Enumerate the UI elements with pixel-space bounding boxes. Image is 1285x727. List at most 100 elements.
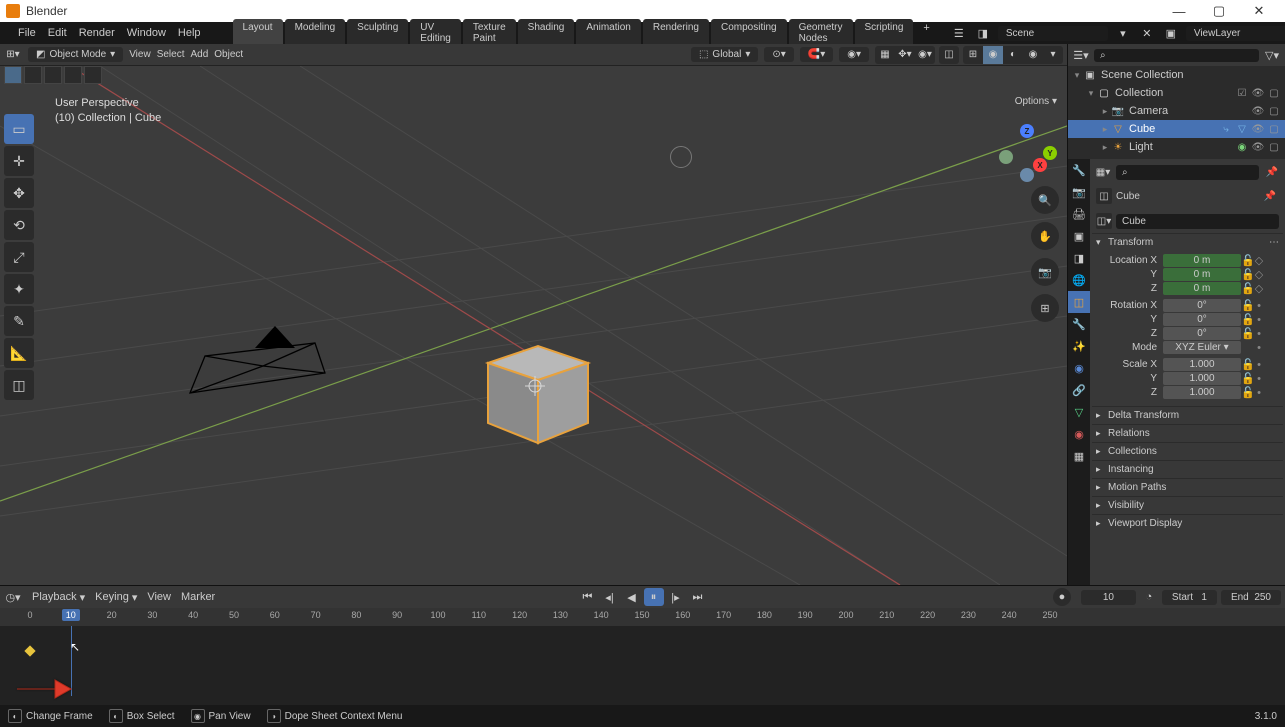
axis-z[interactable]: Z [1020, 124, 1034, 138]
tool-annotate[interactable]: ✎ [4, 306, 34, 336]
workspace-uv[interactable]: UV Editing [410, 19, 461, 47]
rotation-x-field[interactable]: 0° [1163, 299, 1241, 312]
menu-help[interactable]: Help [178, 27, 201, 39]
object-data-icon[interactable]: ◫▾ [1096, 213, 1112, 229]
properties-tab-texture[interactable]: ▦ [1068, 445, 1090, 467]
keyframe-next-icon[interactable]: |▸ [666, 588, 686, 606]
axis-x[interactable]: X [1033, 158, 1047, 172]
menu-add[interactable]: Add [190, 49, 208, 60]
pin-icon[interactable]: 📌 [1263, 163, 1281, 181]
jump-end-icon[interactable]: ⏭ [688, 588, 708, 606]
shading-modes[interactable]: ⊞ ◉ ◐ ◉ ▾ [963, 46, 1063, 64]
properties-tab-physics[interactable]: ◉ [1068, 357, 1090, 379]
snap-dropdown[interactable]: 🧲▾ [800, 47, 833, 62]
scale-y-field[interactable]: 1.000 [1163, 372, 1241, 385]
workspace-modeling[interactable]: Modeling [285, 19, 346, 47]
restrict-render-icon[interactable]: ▢ [1267, 142, 1281, 153]
panel-transform-header[interactable]: ▾Transform ⋯ [1092, 233, 1283, 251]
restrict-render-icon[interactable]: ▢ [1267, 106, 1281, 117]
tree-light[interactable]: ▸☀ Light ◉👁▢ [1068, 138, 1285, 156]
eye-icon[interactable]: 👁 [1251, 124, 1265, 135]
outliner-search[interactable]: ⌕ [1094, 49, 1259, 62]
playhead-frame-label[interactable]: 10 [62, 609, 80, 621]
properties-editor-icon[interactable]: ▦▾ [1094, 163, 1112, 181]
properties-search[interactable]: ⌕ [1116, 165, 1259, 180]
rotation-mode-dropdown[interactable]: XYZ Euler ▾ [1163, 341, 1241, 354]
zoom-gizmo-icon[interactable]: 🔍 [1031, 186, 1059, 214]
object-breadcrumb-icon[interactable]: ◫ [1096, 188, 1112, 204]
pivot-dropdown[interactable]: ⊙▾ [764, 47, 793, 62]
workspace-animation[interactable]: Animation [576, 19, 640, 47]
workspace-rendering[interactable]: Rendering [643, 19, 709, 47]
properties-tab-particles[interactable]: ✨ [1068, 335, 1090, 357]
select-mode-circle[interactable] [44, 66, 62, 84]
camera-object-viewport[interactable] [185, 318, 335, 421]
keyframe-dot[interactable]: ◇ [1253, 254, 1265, 267]
shading-matprev-icon[interactable]: ◐ [1003, 46, 1023, 64]
tool-select[interactable]: ▭ [4, 114, 34, 144]
end-frame-field[interactable]: End 250 [1221, 590, 1281, 605]
proportional-dropdown[interactable]: ◉▾ [839, 47, 869, 62]
minimize-button[interactable]: — [1159, 4, 1199, 19]
anim-dot[interactable]: • [1253, 373, 1265, 385]
tree-collection[interactable]: ▾▢ Collection ☑👁▢ [1068, 84, 1285, 102]
outliner-filter-icon[interactable]: ▽▾ [1263, 46, 1281, 64]
select-mode-lasso[interactable] [64, 66, 82, 84]
light-data-icon[interactable]: ◉ [1235, 142, 1249, 153]
pin-object-icon[interactable]: 📌 [1261, 187, 1279, 205]
tool-move[interactable]: ✥ [4, 178, 34, 208]
location-y-field[interactable]: 0 m [1163, 268, 1241, 281]
lock-icon[interactable]: 🔓 [1241, 313, 1253, 326]
pause-icon[interactable]: ⏸ [644, 588, 664, 606]
visibility-toggles[interactable]: ▦ ✥▾ ◉▾ [875, 46, 935, 64]
mode-dropdown[interactable]: ◩ Object Mode ▾ [28, 47, 123, 62]
lock-icon[interactable]: 🔓 [1241, 254, 1253, 267]
timeline-editor-icon[interactable]: ◷▾ [4, 588, 22, 606]
action-icon[interactable]: ⤷ [1219, 124, 1233, 135]
scene-delete-icon[interactable]: ✕ [1138, 24, 1156, 42]
anim-dot[interactable]: • [1253, 328, 1265, 340]
workspace-scripting[interactable]: Scripting [855, 19, 914, 47]
viewport-options-button[interactable]: Options ▾ [1015, 96, 1057, 107]
pan-gizmo-icon[interactable]: ✋ [1031, 222, 1059, 250]
properties-tab-object[interactable]: ◫ [1068, 291, 1090, 313]
location-x-field[interactable]: 0 m [1163, 254, 1241, 267]
exclude-toggle[interactable]: ☑ [1235, 88, 1249, 99]
workspace-texture[interactable]: Texture Paint [463, 19, 516, 47]
autokey-button[interactable]: ● [1053, 588, 1071, 606]
properties-tab-scene[interactable]: ◨ [1068, 247, 1090, 269]
selectability-toggle-icon[interactable]: ▦ [875, 46, 895, 64]
current-frame-field[interactable]: 10 [1081, 590, 1136, 605]
keying-menu[interactable]: Keying ▾ [95, 591, 137, 604]
keyframe-dot[interactable]: ◇ [1253, 282, 1265, 295]
panel-motionpaths-header[interactable]: ▸Motion Paths [1092, 478, 1283, 496]
properties-tab-render[interactable]: 📷 [1068, 181, 1090, 203]
close-button[interactable]: ✕ [1239, 3, 1279, 19]
panel-viewportdisplay-header[interactable]: ▸Viewport Display [1092, 514, 1283, 532]
properties-tab-viewlayer[interactable]: ▣ [1068, 225, 1090, 247]
overlay-toggle-icon[interactable]: ◉▾ [915, 46, 935, 64]
tree-camera[interactable]: ▸📷 Camera 👁▢ [1068, 102, 1285, 120]
timeline-view-menu[interactable]: View [147, 591, 171, 603]
tool-transform[interactable]: ✦ [4, 274, 34, 304]
workspace-compositing[interactable]: Compositing [711, 19, 787, 47]
anim-dot[interactable]: • [1253, 359, 1265, 371]
anim-dot[interactable]: • [1253, 314, 1265, 326]
start-frame-field[interactable]: Start 1 [1162, 590, 1217, 605]
menu-edit[interactable]: Edit [48, 27, 67, 39]
jump-start-icon[interactable]: ⏮ [578, 588, 598, 606]
menu-render[interactable]: Render [79, 27, 115, 39]
axis-neg-z[interactable] [1020, 168, 1034, 182]
menu-file[interactable]: File [18, 27, 36, 39]
editor-type-icon[interactable]: ⊞▾ [4, 46, 22, 64]
outliner-editor-icon[interactable]: ☰▾ [1072, 46, 1090, 64]
menu-view[interactable]: View [129, 49, 151, 60]
workspace-geonodes[interactable]: Geometry Nodes [789, 19, 853, 47]
lock-icon[interactable]: 🔓 [1241, 268, 1253, 281]
tool-rotate[interactable]: ⟲ [4, 210, 34, 240]
mesh-data-icon[interactable]: ▽ [1235, 124, 1249, 135]
play-reverse-icon[interactable]: ◀ [622, 588, 642, 606]
workspace-add[interactable]: + [915, 19, 937, 47]
keyframe-dot[interactable]: ◇ [1253, 268, 1265, 281]
playback-menu[interactable]: Playback ▾ [32, 591, 85, 604]
